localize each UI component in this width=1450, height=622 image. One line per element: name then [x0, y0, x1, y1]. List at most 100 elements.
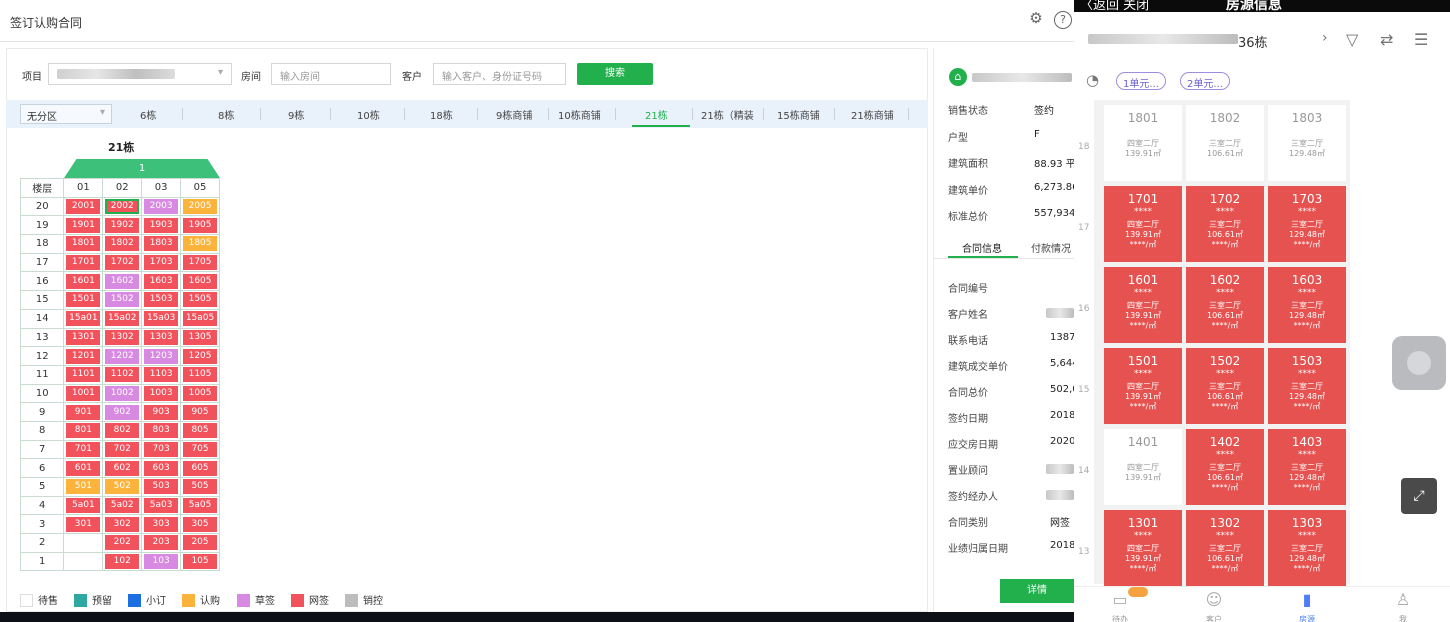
tab-building-4[interactable]: 18栋 [430, 107, 453, 122]
room-cell[interactable]: 1502 [105, 292, 140, 308]
room-cell[interactable]: 1701 [66, 255, 101, 271]
room-cell[interactable]: 302 [105, 516, 140, 532]
room-cell[interactable]: 1903 [144, 217, 179, 233]
tab-building-1[interactable]: 8栋 [218, 107, 234, 122]
room-cell[interactable]: 1105 [183, 367, 217, 383]
room-cell[interactable]: 1803 [144, 236, 179, 252]
room-cell[interactable]: 305 [183, 516, 217, 532]
mobile-room-card[interactable]: 1301 **** 四室二厅 139.91㎡ ****/㎡ [1104, 510, 1182, 586]
room-cell[interactable]: 801 [66, 423, 101, 439]
room-cell[interactable]: 601 [66, 460, 101, 476]
room-cell[interactable]: 1601 [66, 273, 101, 289]
room-cell[interactable]: 5a01 [66, 498, 101, 514]
room-cell[interactable]: 103 [144, 554, 179, 570]
room-cell[interactable]: 1001 [66, 385, 101, 401]
room-cell[interactable]: 501 [66, 479, 101, 495]
customer-input[interactable]: 输入客户、身份证号码 [433, 63, 566, 85]
room-cell[interactable]: 102 [105, 554, 140, 570]
tab-building-8[interactable]: 21栋（精装 [701, 107, 754, 122]
room-input[interactable]: 输入房间 [271, 63, 391, 85]
room-cell[interactable]: 1505 [183, 292, 217, 308]
mobile-room-card[interactable]: 1701 **** 四室二厅 139.91㎡ ****/㎡ [1104, 186, 1182, 262]
room-cell[interactable]: 901 [66, 404, 101, 420]
tab-building-6[interactable]: 10栋商铺 [558, 107, 601, 122]
mobile-room-card[interactable]: 1702 **** 三室二厅 106.61㎡ ****/㎡ [1186, 186, 1264, 262]
settings-sliders-icon[interactable]: ☰ [1414, 30, 1428, 49]
chart-icon[interactable]: ◔ [1086, 71, 1099, 89]
room-cell[interactable]: 1902 [105, 217, 140, 233]
search-button[interactable]: 搜索 [577, 63, 653, 85]
room-cell[interactable]: 205 [183, 535, 217, 551]
room-cell[interactable]: 605 [183, 460, 217, 476]
filter-icon[interactable]: ▽ [1346, 30, 1358, 49]
tab-building-10[interactable]: 21栋商铺 [851, 107, 894, 122]
room-cell[interactable]: 905 [183, 404, 217, 420]
swap-icon[interactable]: ⇄ [1380, 30, 1393, 49]
room-cell[interactable]: 1305 [183, 329, 217, 345]
room-cell[interactable]: 502 [105, 479, 140, 495]
room-cell[interactable]: 1605 [183, 273, 217, 289]
room-cell[interactable]: 1301 [66, 329, 101, 345]
back-button[interactable]: 〈返回 关闭 [1080, 0, 1149, 13]
tab-building-7[interactable]: 21栋 [645, 107, 668, 122]
room-cell[interactable]: 105 [183, 554, 217, 570]
mobile-room-card[interactable]: 1303 **** 三室二厅 129.48㎡ ****/㎡ [1268, 510, 1346, 586]
room-cell[interactable]: 703 [144, 441, 179, 457]
more-icon[interactable]: ••• [1408, 0, 1433, 6]
room-cell[interactable]: 503 [144, 479, 179, 495]
mobile-room-card[interactable]: 1402 **** 三室二厅 106.61㎡ ****/㎡ [1186, 429, 1264, 505]
room-cell[interactable]: 1503 [144, 292, 179, 308]
room-cell[interactable]: 1202 [105, 348, 140, 364]
mobile-room-card[interactable]: 1801 四室二厅 139.91㎡ [1104, 105, 1182, 181]
me-icon[interactable]: ♙ [1383, 590, 1423, 609]
mobile-room-card[interactable]: 1703 **** 三室二厅 129.48㎡ ****/㎡ [1268, 186, 1346, 262]
room-cell[interactable]: 1603 [144, 273, 179, 289]
room-cell[interactable]: 802 [105, 423, 140, 439]
project-select[interactable]: ▾ [48, 63, 232, 85]
room-cell[interactable]: 1201 [66, 348, 101, 364]
room-cell[interactable]: 701 [66, 441, 101, 457]
room-cell[interactable]: 203 [144, 535, 179, 551]
room-cell[interactable]: 1102 [105, 367, 140, 383]
room-cell[interactable]: 1801 [66, 236, 101, 252]
room-cell[interactable]: 2003 [144, 199, 179, 215]
room-cell[interactable]: 15a05 [183, 311, 217, 327]
mobile-room-card[interactable]: 1302 **** 三室二厅 106.61㎡ ****/㎡ [1186, 510, 1264, 586]
room-cell[interactable]: 505 [183, 479, 217, 495]
mobile-room-card[interactable]: 1601 **** 四室二厅 139.91㎡ ****/㎡ [1104, 267, 1182, 343]
unit-pill-2[interactable]: 2单元... [1180, 72, 1230, 90]
mobile-room-card[interactable]: 1403 **** 三室二厅 129.48㎡ ****/㎡ [1268, 429, 1346, 505]
room-cell[interactable]: 902 [105, 404, 140, 420]
mobile-room-card[interactable]: 1803 三室二厅 129.48㎡ [1268, 105, 1346, 181]
room-cell[interactable]: 702 [105, 441, 140, 457]
detail-button[interactable]: 详情 [1000, 579, 1074, 603]
mobile-room-card[interactable]: 1401 四室二厅 139.91㎡ [1104, 429, 1182, 505]
mobile-room-card[interactable]: 1602 **** 三室二厅 106.61㎡ ****/㎡ [1186, 267, 1264, 343]
mobile-room-card[interactable]: 1503 **** 三室二厅 129.48㎡ ****/㎡ [1268, 348, 1346, 424]
room-cell[interactable]: 1205 [183, 348, 217, 364]
room-cell[interactable]: 805 [183, 423, 217, 439]
room-cell[interactable]: 2005 [183, 199, 217, 215]
tab-building-3[interactable]: 10栋 [357, 107, 380, 122]
room-cell[interactable]: 1501 [66, 292, 101, 308]
nav-label-3[interactable]: 我 [1383, 614, 1423, 622]
room-cell[interactable]: 15a03 [144, 311, 179, 327]
zone-select[interactable]: 无分区 ▾ [20, 104, 112, 124]
room-cell[interactable]: 1805 [183, 236, 217, 252]
room-cell[interactable]: 1203 [144, 348, 179, 364]
room-cell[interactable]: 1302 [105, 329, 140, 345]
tab-building-0[interactable]: 6栋 [140, 107, 156, 122]
mobile-room-card[interactable]: 1501 **** 四室二厅 139.91㎡ ****/㎡ [1104, 348, 1182, 424]
room-cell[interactable]: 803 [144, 423, 179, 439]
room-cell[interactable]: 705 [183, 441, 217, 457]
room-cell[interactable]: 1702 [105, 255, 140, 271]
tab-payment[interactable]: 付款情况 [1031, 240, 1071, 255]
room-cell[interactable]: 1703 [144, 255, 179, 271]
tab-contract-info[interactable]: 合同信息 [962, 240, 1002, 255]
room-cell[interactable]: 1802 [105, 236, 140, 252]
expand-icon[interactable]: ⤢ [1401, 478, 1437, 514]
tab-building-5[interactable]: 9栋商铺 [496, 107, 532, 122]
mobile-room-card[interactable]: 1603 **** 三室二厅 129.48㎡ ****/㎡ [1268, 267, 1346, 343]
unit-pill-1[interactable]: 1单元... [1116, 72, 1166, 90]
room-cell[interactable]: 5a05 [183, 498, 217, 514]
